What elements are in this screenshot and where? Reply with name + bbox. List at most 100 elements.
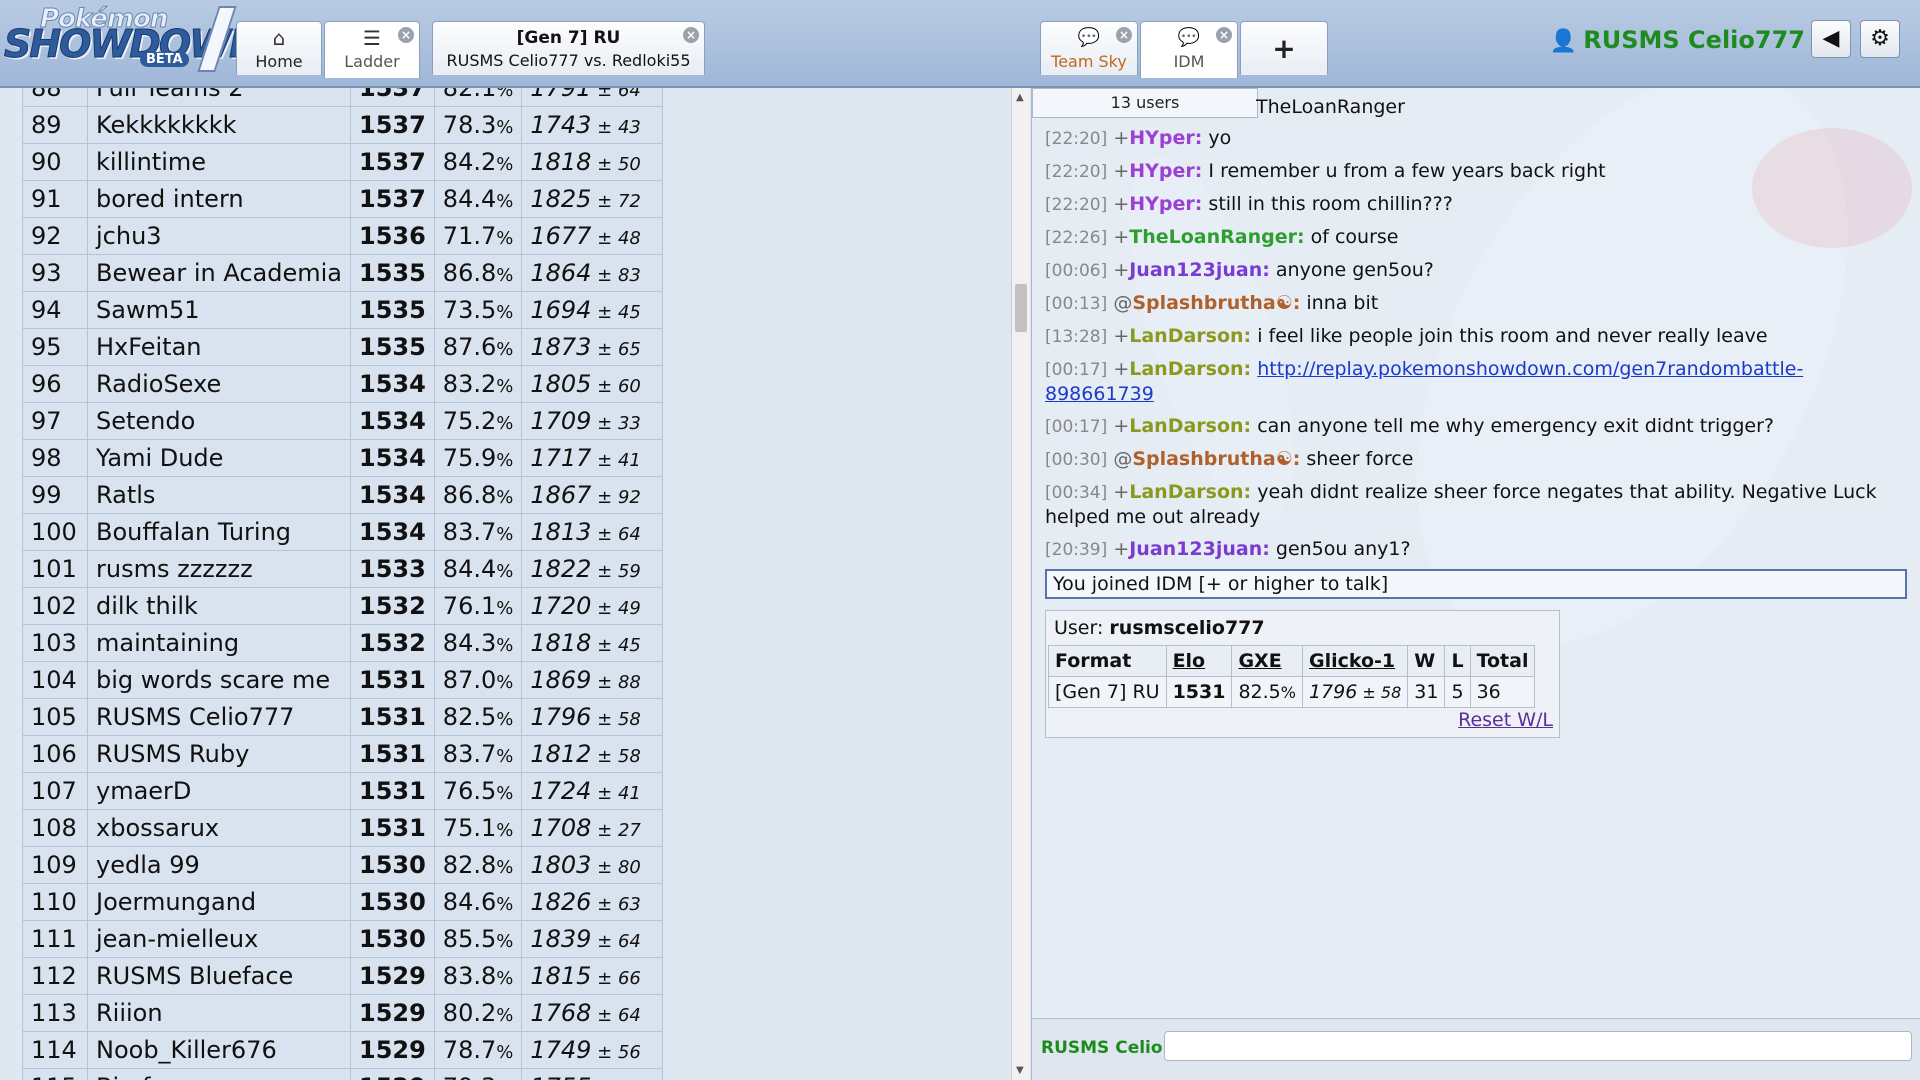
ladder-player-name[interactable]: Big feenguy bbox=[87, 1068, 351, 1080]
ladder-player-name[interactable]: Bewear in Academia bbox=[87, 254, 351, 292]
percent-sign: % bbox=[496, 154, 514, 175]
ladder-elo: 1531 bbox=[350, 772, 435, 810]
message-username[interactable]: HYper: bbox=[1129, 127, 1202, 149]
ladder-glicko-dev: 64 bbox=[617, 88, 641, 101]
tab-ladder[interactable]: ☰ Ladder × bbox=[324, 21, 420, 78]
ladder-row: 88 Full Teams 2 1537 82.1% 1791 ± 64 bbox=[22, 88, 664, 107]
ladder-player-name[interactable]: xbossarux bbox=[87, 809, 351, 847]
scroll-thumb[interactable] bbox=[1015, 284, 1027, 332]
ladder-glicko: 1708 ± 27 bbox=[521, 809, 664, 847]
user-menu[interactable]: 👤 RUSMS Celio777 bbox=[1550, 26, 1805, 54]
ladder-player-name[interactable]: Joermungand bbox=[87, 883, 351, 921]
new-tab-button[interactable]: + bbox=[1240, 21, 1328, 75]
ladder-player-name[interactable]: ymaerD bbox=[87, 772, 351, 810]
message-username[interactable]: Juan123juan: bbox=[1129, 259, 1270, 281]
ladder-glicko: 1677 ± 48 bbox=[521, 217, 664, 255]
stats-header: Format bbox=[1048, 645, 1167, 677]
chat-input-bar: RUSMS Celio bbox=[1032, 1018, 1920, 1080]
close-icon[interactable]: × bbox=[1116, 27, 1132, 43]
ladder-player-name[interactable]: jean-mielleux bbox=[87, 920, 351, 958]
message-username[interactable]: HYper: bbox=[1129, 193, 1202, 215]
percent-sign: % bbox=[496, 265, 514, 286]
message-username[interactable]: Splashbrutha☯: bbox=[1132, 448, 1300, 470]
close-icon[interactable]: × bbox=[398, 27, 414, 43]
message-username[interactable]: Splashbrutha☯: bbox=[1132, 292, 1300, 314]
ladder-gxe: 84.4% bbox=[433, 180, 523, 218]
ladder-rank: 100 bbox=[22, 513, 88, 551]
scroll-up-icon[interactable]: ▲ bbox=[1016, 92, 1024, 103]
ladder-player-name[interactable]: Kekkkkkkkk bbox=[87, 106, 351, 144]
ladder-gxe: 75.2% bbox=[433, 402, 523, 440]
ladder-player-name[interactable]: Setendo bbox=[87, 402, 351, 440]
message-username[interactable]: LanDarson: bbox=[1129, 325, 1251, 347]
tab-battle[interactable]: [Gen 7] RU RUSMS Celio777 vs. Redloki55 … bbox=[432, 21, 705, 75]
ladder-rank: 115 bbox=[22, 1068, 88, 1080]
ladder-player-name[interactable]: Sawm51 bbox=[87, 291, 351, 329]
chat-message-input[interactable] bbox=[1164, 1031, 1912, 1061]
ladder-player-name[interactable]: rusms zzzzzz bbox=[87, 550, 351, 588]
ladder-elo: 1529 bbox=[350, 957, 435, 995]
ladder-player-name[interactable]: HxFeitan bbox=[87, 328, 351, 366]
ladder-player-name[interactable]: maintaining bbox=[87, 624, 351, 662]
percent-sign: % bbox=[496, 1042, 514, 1063]
stats-header[interactable]: Elo bbox=[1165, 645, 1233, 677]
ladder-glicko: 1873 ± 65 bbox=[521, 328, 664, 366]
ladder-scrollbar[interactable]: ▲ ▼ bbox=[1011, 88, 1030, 1080]
tab-team-sky[interactable]: 💬 Team Sky × bbox=[1040, 21, 1138, 75]
sound-button[interactable]: ◀ bbox=[1811, 20, 1851, 58]
showdown-logo[interactable]: Pokémon SHOWDOWN BETA bbox=[4, 4, 261, 72]
close-icon[interactable]: × bbox=[1216, 27, 1232, 43]
message-username[interactable]: Juan123juan: bbox=[1129, 538, 1270, 560]
ladder-player-name[interactable]: RUSMS Ruby bbox=[87, 735, 351, 773]
stats-header[interactable]: Glicko-1 bbox=[1301, 645, 1409, 677]
ladder-player-name[interactable]: RUSMS Blueface bbox=[87, 957, 351, 995]
scroll-down-icon[interactable]: ▼ bbox=[1016, 1065, 1024, 1076]
percent-sign: % bbox=[496, 857, 514, 878]
settings-button[interactable]: ⚙ bbox=[1860, 20, 1900, 58]
ladder-row: 89 Kekkkkkkkk 1537 78.3% 1743 ± 43 bbox=[22, 106, 664, 144]
ladder-elo: 1535 bbox=[350, 328, 435, 366]
ladder-elo: 1531 bbox=[350, 735, 435, 773]
ladder-gxe-value: 82.5 bbox=[442, 703, 497, 731]
stats-header[interactable]: GXE bbox=[1231, 645, 1303, 677]
message-username[interactable]: LanDarson: bbox=[1129, 481, 1251, 503]
tab-idm[interactable]: 💬 IDM × bbox=[1140, 21, 1238, 78]
message-username[interactable]: TheLoanRanger: bbox=[1129, 226, 1304, 248]
ladder-player-name[interactable]: Noob_Killer676 bbox=[87, 1031, 351, 1069]
message-username[interactable]: LanDarson: bbox=[1129, 415, 1251, 437]
ladder-player-name[interactable]: jchu3 bbox=[87, 217, 351, 255]
ladder-player-name[interactable]: Bouffalan Turing bbox=[87, 513, 351, 551]
ladder-player-name[interactable]: RUSMS Celio777 bbox=[87, 698, 351, 736]
chat-input-username[interactable]: RUSMS Celio bbox=[1041, 1038, 1163, 1058]
reset-wl-link[interactable]: Reset W/L bbox=[1458, 709, 1553, 731]
ladder-row: 106 RUSMS Ruby 1531 83.7% 1812 ± 58 bbox=[22, 735, 664, 773]
home-icon: ⌂ bbox=[272, 26, 286, 50]
ladder-glicko: 1818 ± 50 bbox=[521, 143, 664, 181]
close-icon[interactable]: × bbox=[683, 27, 699, 43]
ladder-player-name[interactable]: big words scare me bbox=[87, 661, 351, 699]
ladder-player-name[interactable]: Ratls bbox=[87, 476, 351, 514]
ladder-player-name[interactable]: Riiion bbox=[87, 994, 351, 1032]
ladder-glicko-value: 1720 bbox=[530, 592, 592, 620]
userlist-toggle-button[interactable]: 13 users bbox=[1032, 88, 1258, 118]
ladder-rank: 105 bbox=[22, 698, 88, 736]
message-timestamp: [00:30] bbox=[1045, 450, 1108, 470]
percent-sign: % bbox=[496, 302, 514, 323]
ladder-player-name[interactable]: Full Teams 2 bbox=[87, 88, 351, 107]
message-username[interactable]: HYper: bbox=[1129, 160, 1202, 182]
message-user-rank: + bbox=[1113, 160, 1130, 182]
ladder-row: 96 RadioSexe 1534 83.2% 1805 ± 60 bbox=[22, 365, 664, 403]
tab-home[interactable]: ⌂ Home bbox=[236, 21, 322, 75]
stats-format: [Gen 7] RU bbox=[1048, 676, 1167, 708]
message-username[interactable]: LanDarson: bbox=[1129, 358, 1251, 380]
message-username-text: Splashbrutha☯ bbox=[1132, 292, 1293, 314]
ladder-gxe: 87.6% bbox=[433, 328, 523, 366]
ladder-player-name[interactable]: RadioSexe bbox=[87, 365, 351, 403]
ladder-player-name[interactable]: dilk thilk bbox=[87, 587, 351, 625]
ladder-player-name[interactable]: Yami Dude bbox=[87, 439, 351, 477]
ladder-player-name[interactable]: yedla 99 bbox=[87, 846, 351, 884]
percent-sign: % bbox=[496, 228, 514, 249]
ladder-glicko-value: 1864 bbox=[530, 259, 592, 287]
ladder-player-name[interactable]: killintime bbox=[87, 143, 351, 181]
ladder-player-name[interactable]: bored intern bbox=[87, 180, 351, 218]
